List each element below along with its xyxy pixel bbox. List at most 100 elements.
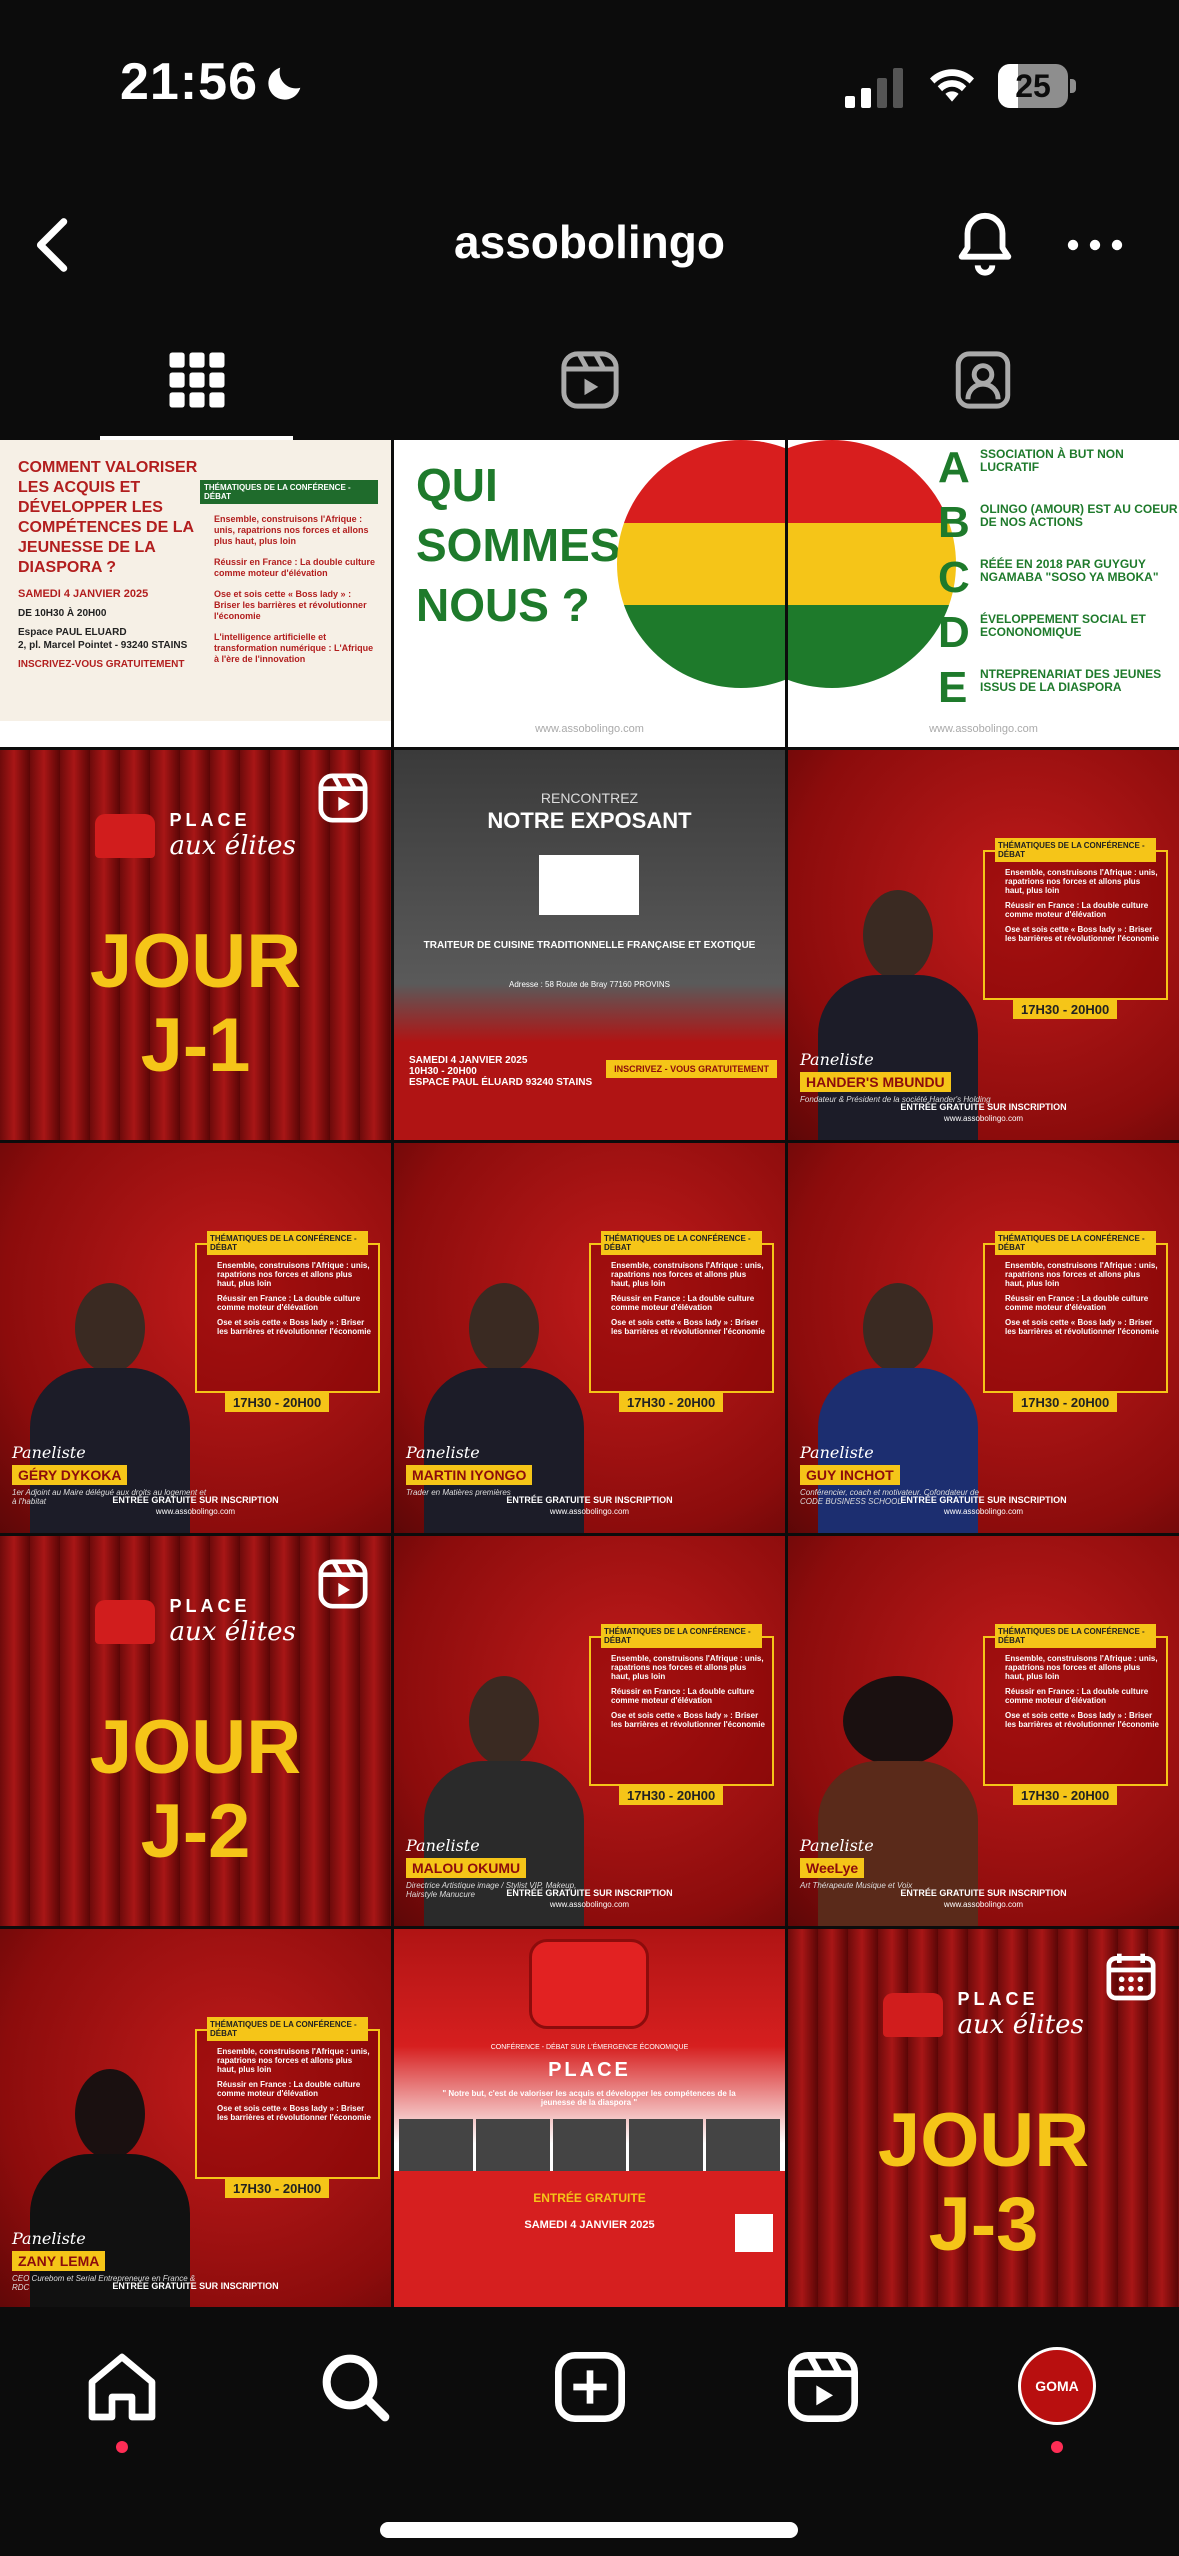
paneliste-label: Paneliste (800, 1050, 874, 1069)
home-icon (88, 2353, 156, 2421)
armchair-icon (883, 1992, 944, 2037)
speaker-name: GÉRY DYKOKA (12, 1465, 128, 1485)
post-site: www.assobolingo.com (155, 1507, 236, 1516)
countdown-text: JOUR J-3 (877, 2098, 1090, 2267)
qr-code (735, 2214, 773, 2252)
africa-flag-emblem (617, 440, 785, 688)
event-place-title: PLACE (548, 2059, 631, 2081)
paneliste-label: Paneliste (406, 1836, 480, 1855)
grid-icon (169, 352, 224, 408)
time-badge: 17H30 - 20H00 (225, 1393, 330, 1412)
speaker-name: GUY INCHOT (800, 1465, 900, 1485)
themes-box: THÉMATIQUES DE LA CONFÉRENCE - DÉBAT Ens… (589, 1231, 774, 1393)
reel-badge-icon (318, 1559, 368, 1609)
themes-box: THÉMATIQUES DE LA CONFÉRENCE - DÉBAT Ens… (195, 1231, 380, 1393)
themes-box: THÉMATIQUES DE LA CONFÉRENCE - DÉBAT Ens… (200, 480, 378, 665)
themes-box: THÉMATIQUES DE LA CONFÉRENCE - DÉBAT Ens… (983, 1624, 1168, 1786)
theme-item: L'intelligence artificielle et transform… (214, 632, 374, 664)
post-abcde[interactable]: ABCDE SSOCIATION À BUT NON LUCRATIF OLING… (788, 440, 1179, 747)
post-jour-j2[interactable]: PLACE aux élites JOUR J-2 (0, 1536, 391, 1926)
time-badge: 17H30 - 20H00 (1013, 1393, 1118, 1412)
event-date: SAMEDI 4 JANVIER 2025 10H30 - 20H00 ESPACE… (409, 1055, 593, 1088)
armchair-icon (95, 1599, 156, 1644)
profile-header: assobolingo (0, 190, 1179, 300)
post-heading-2: NOTRE EXPOSANT (487, 808, 692, 833)
post-speaker-gery[interactable]: THÉMATIQUES DE LA CONFÉRENCE - DÉBAT Ens… (0, 1143, 391, 1533)
post-jour-j3[interactable]: PLACE aux élites JOUR J-3 (788, 1929, 1179, 2307)
post-question: COMMENT VALORISER LES ACQUIS ET DÉVELOPP… (18, 459, 198, 576)
speaker-name: ZANY LEMA (12, 2251, 106, 2271)
posts-grid: COMMENT VALORISER LES ACQUIS ET DÉVELOPP… (0, 440, 1179, 2307)
post-exposant[interactable]: RENCONTREZ NOTRE EXPOSANT TRAITEUR DE CU… (394, 750, 785, 1140)
armchair-icon (529, 1939, 649, 2029)
paneliste-label: Paneliste (800, 1836, 874, 1855)
paneliste-label: Paneliste (800, 1443, 874, 1462)
event-quote: " Notre but, c'est de valoriser les acqu… (442, 2089, 736, 2107)
post-speaker-martin[interactable]: THÉMATIQUES DE LA CONFÉRENCE - DÉBAT Ens… (394, 1143, 785, 1533)
countdown-text: JOUR J-2 (89, 1705, 302, 1874)
nav-search[interactable] (315, 2347, 395, 2427)
speaker-name: WeeLye (800, 1858, 865, 1878)
paneliste-label: Paneliste (12, 2229, 86, 2248)
themes-box: THÉMATIQUES DE LA CONFÉRENCE - DÉBAT Ens… (983, 838, 1168, 1000)
post-qui-sommes-nous[interactable]: QUI SOMMES- NOUS ? www.assobolingo.com (394, 440, 785, 747)
sponsor-logos-strip (0, 721, 391, 747)
paneliste-label: Paneliste (406, 1443, 480, 1462)
nav-create[interactable] (550, 2347, 630, 2427)
post-speaker-hander[interactable]: THÉMATIQUES DE LA CONFÉRENCE - DÉBAT Ens… (788, 750, 1179, 1140)
tab-tagged[interactable] (786, 320, 1179, 440)
moon-icon (268, 67, 301, 100)
themes-title: THÉMATIQUES DE LA CONFÉRENCE - DÉBAT (200, 480, 378, 504)
post-site: www.assobolingo.com (549, 1900, 630, 1909)
entree-label: ENTRÉE GRATUITE SUR INSCRIPTION (506, 1495, 673, 1505)
acronym-letters: ABCDE (938, 443, 970, 712)
post-speaker-malou[interactable]: THÉMATIQUES DE LA CONFÉRENCE - DÉBAT Ens… (394, 1536, 785, 1926)
tab-reels[interactable] (393, 320, 786, 440)
post-speaker-zany[interactable]: THÉMATIQUES DE LA CONFÉRENCE - DÉBAT Ens… (0, 1929, 391, 2307)
post-site: www.assobolingo.com (929, 723, 1038, 735)
theme-item: Réussir en France : La double culture co… (214, 557, 376, 578)
time-badge: 17H30 - 20H00 (619, 1393, 724, 1412)
entree-label: ENTRÉE GRATUITE SUR INSCRIPTION (112, 2281, 279, 2291)
theme-item: Ose et sois cette « Boss lady » : Briser… (214, 589, 367, 621)
activity-photos (399, 2119, 780, 2171)
more-options-icon[interactable] (1065, 220, 1125, 270)
armchair-icon (95, 813, 156, 858)
nav-reels[interactable] (783, 2347, 863, 2427)
post-jour-j1[interactable]: PLACE aux élites JOUR J-1 (0, 750, 391, 1140)
status-bar: 21:56 25 (0, 0, 1179, 170)
profile-avatar[interactable]: GOMA (1018, 2347, 1096, 2425)
home-indicator (380, 2522, 798, 2538)
entree-label: ENTRÉE GRATUITE SUR INSCRIPTION (900, 1888, 1067, 1898)
register-badge: INSCRIVEZ - VOUS GRATUITEMENT (606, 1060, 777, 1078)
themes-box: THÉMATIQUES DE LA CONFÉRENCE - DÉBAT Ens… (589, 1624, 774, 1786)
event-date: SAMEDI 4 JANVIER 2025 (524, 2219, 655, 2231)
nav-home[interactable] (82, 2347, 162, 2427)
profile-notification-dot (1051, 2441, 1063, 2453)
status-time: 21:56 (120, 53, 258, 111)
post-conference-info[interactable]: COMMENT VALORISER LES ACQUIS ET DÉVELOPP… (0, 440, 391, 747)
tagged-icon (955, 351, 1010, 409)
profile-tabs (0, 320, 1179, 440)
time-badge: 17H30 - 20H00 (619, 1786, 724, 1805)
bell-icon[interactable] (950, 205, 1020, 285)
post-speaker-guy[interactable]: THÉMATIQUES DE LA CONFÉRENCE - DÉBAT Ens… (788, 1143, 1179, 1533)
post-speaker-weelye[interactable]: THÉMATIQUES DE LA CONFÉRENCE - DÉBAT Ens… (788, 1536, 1179, 1926)
post-title: QUI SOMMES- NOUS ? (416, 459, 636, 631)
africa-flag-emblem (788, 440, 956, 688)
wifi-icon (930, 69, 974, 102)
time-badge: 17H30 - 20H00 (225, 2179, 330, 2198)
tab-posts-grid[interactable] (0, 320, 393, 440)
entree-label: ENTRÉE GRATUITE SUR INSCRIPTION (900, 1495, 1067, 1505)
post-event-poster[interactable]: CONFÉRENCE - DÉBAT SUR L'ÉMERGENCE ÉCONO… (394, 1929, 785, 2307)
reel-badge-icon (318, 773, 368, 823)
bottom-nav: GOMA (0, 2307, 1179, 2556)
themes-box: THÉMATIQUES DE LA CONFÉRENCE - DÉBAT Ens… (983, 1231, 1168, 1393)
reels-icon (560, 351, 619, 409)
entree-label: ENTRÉE GRATUITE SUR INSCRIPTION (112, 1495, 279, 1505)
post-site: www.assobolingo.com (549, 1507, 630, 1516)
speaker-name: MARTIN IYONGO (406, 1465, 533, 1485)
entree-label: ENTRÉE GRATUITE SUR INSCRIPTION (506, 1888, 673, 1898)
entree-label: ENTRÉE GRATUITE (533, 2191, 646, 2205)
battery-indicator: 25 (998, 64, 1076, 108)
